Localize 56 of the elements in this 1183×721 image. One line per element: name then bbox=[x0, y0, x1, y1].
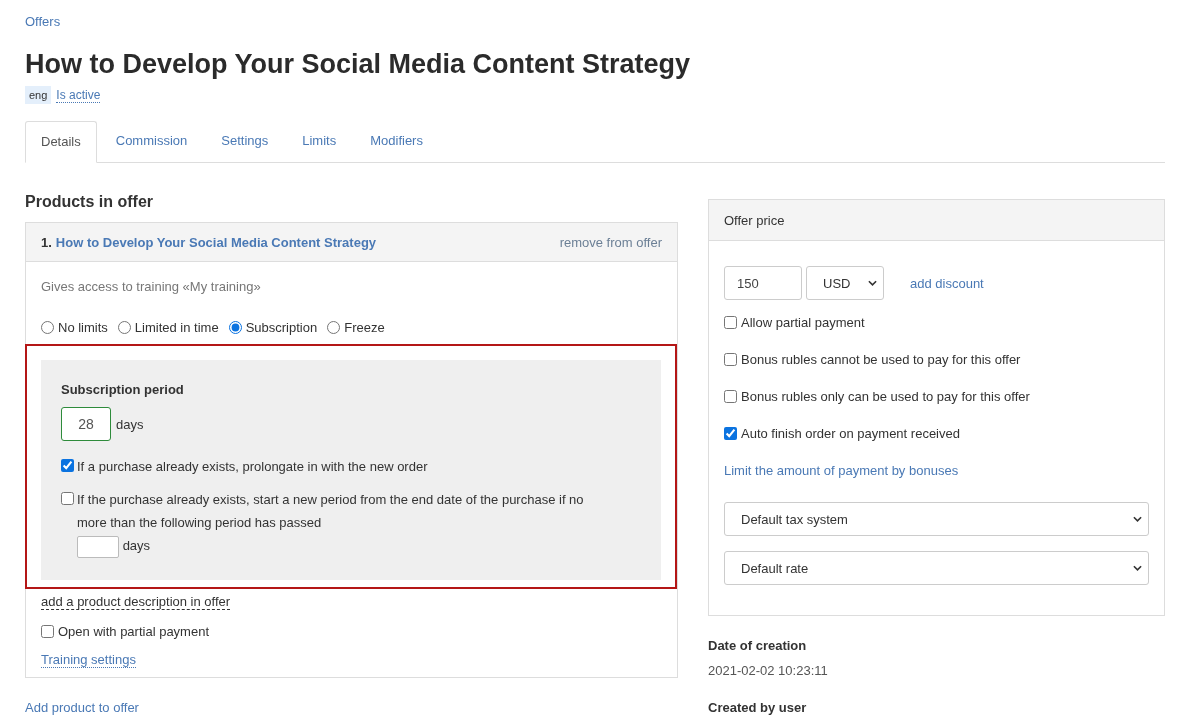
days-field[interactable] bbox=[77, 535, 119, 558]
radio-button[interactable] bbox=[228, 321, 242, 334]
checkbox[interactable] bbox=[724, 353, 737, 366]
option-label: Bonus rubles only can be used to pay for this offer bbox=[741, 389, 1030, 404]
discount-link[interactable]: add discount bbox=[910, 275, 984, 291]
unit-label: days bbox=[116, 416, 144, 432]
language-badge: eng bbox=[25, 86, 52, 104]
radio-button[interactable] bbox=[327, 321, 341, 334]
page-title: How to Develop Your Social Media Content Strategy bbox=[25, 49, 692, 80]
option-label: Open with partial payment bbox=[58, 623, 210, 639]
tab[interactable]: Modifiers bbox=[355, 121, 438, 162]
add-product-link[interactable]: Add product to offer bbox=[25, 699, 139, 715]
panel-header: Offer price bbox=[709, 200, 1164, 241]
section-heading: Products in offer bbox=[25, 193, 154, 211]
rate-select[interactable]: Default rate bbox=[724, 551, 1149, 585]
item-number: 1. bbox=[41, 234, 52, 250]
field-label: Subscription period bbox=[61, 382, 185, 397]
caret-icon bbox=[1133, 565, 1142, 571]
tax-select[interactable]: Default tax system bbox=[724, 502, 1149, 536]
tab[interactable]: Settings bbox=[206, 121, 284, 162]
remove-link[interactable]: remove from offer bbox=[559, 234, 662, 250]
caret-icon bbox=[1133, 516, 1142, 522]
checkbox[interactable] bbox=[61, 492, 74, 505]
option-label: Allow partial payment bbox=[741, 315, 865, 330]
period-field[interactable]: 28 bbox=[61, 407, 111, 441]
option-label: No limits bbox=[58, 320, 108, 335]
option-label: Auto finish order on payment received bbox=[741, 426, 960, 441]
option-label: Freeze bbox=[344, 320, 385, 335]
radio-button[interactable] bbox=[117, 321, 131, 334]
settings-link[interactable]: Training settings bbox=[41, 651, 136, 668]
description-link[interactable]: add a product description in offer bbox=[41, 593, 231, 610]
breadcrumb-link[interactable]: Offers bbox=[25, 14, 61, 29]
checkbox[interactable] bbox=[61, 459, 74, 472]
field-label: Date of creation bbox=[708, 638, 808, 653]
status-link[interactable]: Is active bbox=[56, 87, 101, 103]
currency-select[interactable]: USD bbox=[806, 266, 884, 300]
checkbox[interactable] bbox=[724, 427, 737, 440]
price-field[interactable]: 150 bbox=[724, 266, 802, 300]
unit-label: days bbox=[122, 538, 151, 553]
product-link[interactable]: How to Develop Your Social Media Content Strategy bbox=[55, 234, 377, 250]
field-value: 2021-02-02 10:23:11 bbox=[708, 663, 829, 678]
option-label: If a purchase already exists, prolongate in with the new order bbox=[77, 458, 429, 476]
checkbox[interactable] bbox=[724, 316, 737, 329]
option-label: Bonus rubles cannot be used to pay for this offer bbox=[741, 352, 1021, 367]
access-text: Gives access to training «My training» bbox=[41, 279, 262, 294]
option-label: Limited in time bbox=[134, 320, 219, 335]
tab[interactable]: Limits bbox=[287, 121, 352, 162]
option-label: Subscription bbox=[245, 320, 318, 335]
bonus-limit-link[interactable]: Limit the amount of payment by bonuses bbox=[724, 463, 1149, 478]
field-label: Created by user bbox=[708, 700, 808, 715]
caret-icon bbox=[868, 280, 877, 286]
tab[interactable]: Details bbox=[25, 121, 97, 163]
radio-button[interactable] bbox=[41, 321, 54, 334]
checkbox[interactable] bbox=[724, 390, 737, 403]
checkbox[interactable] bbox=[41, 624, 54, 638]
tab[interactable]: Commission bbox=[100, 121, 203, 162]
